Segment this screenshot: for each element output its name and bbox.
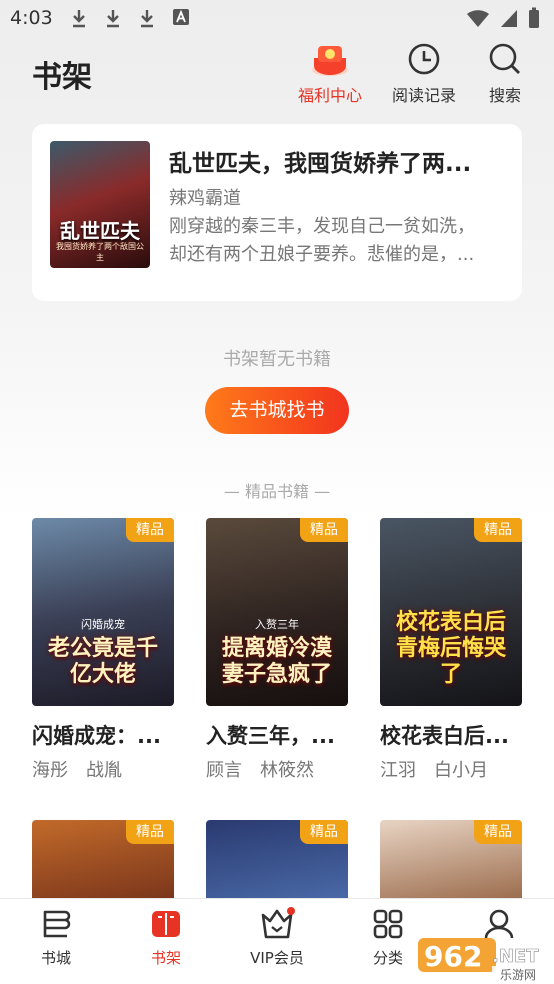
book-title: 入赘三年，... (206, 724, 335, 748)
book-cover: 精品 校花表白后青梅后悔哭了 (380, 518, 522, 706)
recent-book-description: 刚穿越的秦三丰，发现自己一贫如洗， 却还有两个丑娘子要养。悲催的是，... (169, 213, 509, 269)
tab-label: 书城 (40, 949, 71, 967)
vip-crown-icon (261, 907, 295, 939)
tab-label: 分类 (372, 949, 403, 967)
download-icon (141, 10, 153, 28)
welfare-center-label: 福利中心 (298, 86, 363, 105)
premium-badge: 精品 (126, 518, 174, 542)
tab-vip[interactable]: VIP会员 (222, 907, 332, 968)
cover-title: 提离婚冷漠妻子急疯了 (221, 636, 332, 687)
premium-badge: 精品 (474, 518, 522, 542)
reading-history-label: 阅读记录 (392, 86, 457, 105)
book-title: 闪婚成宠：... (32, 724, 161, 748)
watermark-sub: 乐游网 (500, 968, 536, 982)
wifi-icon (467, 10, 489, 27)
page-title: 书架 (32, 60, 92, 95)
premium-badge: 精品 (300, 820, 348, 844)
cover-title: 校花表白后青梅后悔哭了 (395, 610, 506, 687)
book-cover: 精品 入赘三年 提离婚冷漠妻子急疯了 (206, 518, 348, 706)
header: 书架 福利中心 阅读记录 搜索 (0, 40, 554, 110)
description-line: 刚穿越的秦三丰，发现自己一贫如洗， (169, 216, 475, 237)
cover-title: 老公竟是千亿大佬 (47, 636, 158, 687)
book-item[interactable]: 精品 入赘三年 提离婚冷漠妻子急疯了 入赘三年，... 顾言 林筱然 (206, 518, 348, 782)
book-authors: 顾言 林筱然 (206, 760, 314, 781)
tab-bookshelf[interactable]: 书架 (111, 907, 221, 968)
font-app-icon (173, 9, 189, 25)
battery-icon (529, 7, 539, 28)
cover-title: 乱世匹夫 (60, 219, 140, 243)
welfare-gift-icon (312, 46, 348, 76)
bookshelf-icon (152, 911, 180, 937)
book-title: 校花表白后... (380, 724, 509, 748)
bookstore-icon (43, 910, 71, 938)
cover-subtitle: 入赘三年 (255, 618, 299, 631)
go-to-store-button[interactable]: 去书城找书 (205, 387, 349, 434)
book-cover: 精品 闪婚成宠 老公竟是千亿大佬 (32, 518, 174, 706)
shelf-empty-text: 书架暂无书籍 (223, 349, 331, 370)
download-icon (73, 10, 85, 28)
site-watermark-logo: 962 .NET 乐游网 (418, 934, 548, 982)
search-icon (489, 43, 520, 74)
download-icon (107, 10, 119, 28)
reading-history-button[interactable]: 阅读记录 (392, 40, 456, 106)
recent-book-card[interactable]: 乱世匹夫 我囤货娇养了两个敌国公主 乱世匹夫，我囤货娇养了两... 辣鸡霸道 刚… (32, 124, 522, 301)
search-label: 搜索 (488, 86, 521, 105)
watermark-suffix: .NET (492, 946, 539, 967)
tab-label: 书架 (150, 949, 181, 967)
status-bar: 4:03 (0, 0, 554, 36)
premium-badge: 精品 (300, 518, 348, 542)
tab-label: VIP会员 (250, 949, 304, 967)
cover-subtitle: 闪婚成宠 (81, 618, 125, 631)
book-item[interactable]: 精品 校花表白后青梅后悔哭了 校花表白后... 江羽 白小月 (380, 518, 522, 782)
premium-badge: 精品 (126, 820, 174, 844)
clock-icon (408, 43, 440, 75)
book-authors: 江羽 白小月 (380, 760, 488, 781)
watermark-number: 962 (424, 940, 482, 973)
status-time: 4:03 (10, 7, 53, 29)
section-title: — 精品书籍 — (223, 482, 331, 501)
cover-subtitle: 我囤货娇养了两个敌国公主 (56, 242, 144, 262)
description-line: 却还有两个丑娘子要养。悲催的是，... (169, 244, 475, 265)
notification-dot (287, 907, 295, 915)
signal-icon (501, 10, 517, 27)
tab-bookstore[interactable]: 书城 (1, 907, 111, 968)
recent-book-title: 乱世匹夫，我囤货娇养了两... (169, 151, 472, 177)
premium-badge: 精品 (474, 820, 522, 844)
search-button[interactable]: 搜索 (486, 40, 524, 106)
book-cover: 乱世匹夫 我囤货娇养了两个敌国公主 (50, 141, 150, 268)
category-grid-icon (373, 909, 403, 939)
welfare-center-button[interactable]: 福利中心 (298, 40, 362, 106)
recent-book-author: 辣鸡霸道 (169, 188, 241, 209)
book-item[interactable]: 精品 闪婚成宠 老公竟是千亿大佬 闪婚成宠：... 海彤 战胤 (32, 518, 174, 782)
book-authors: 海彤 战胤 (32, 760, 122, 781)
